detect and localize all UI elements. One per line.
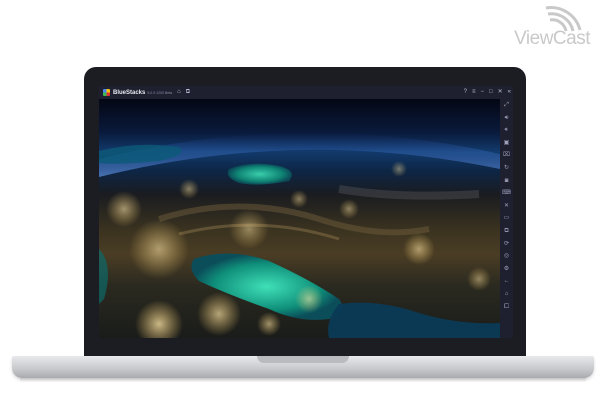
viewcast-wordmark: ViewCast [514,28,590,49]
laptop-shadow [20,378,586,382]
back-icon[interactable]: ← [500,275,513,288]
home-icon[interactable]: ⌂ [500,288,513,301]
help-icon[interactable]: ? [464,86,467,99]
earth-at-night-image [99,132,500,338]
folder-icon[interactable]: ▭ [500,212,513,225]
title-bar: BlueStacks 5.0.0.1200 Beta ⌂ ⧉ ? ≡ − □ ✕… [99,86,513,99]
eco-icon[interactable]: ◎ [500,250,513,263]
bluestacks-window: BlueStacks 5.0.0.1200 Beta ⌂ ⧉ ? ≡ − □ ✕… [99,86,513,338]
viewcast-logo: ViewCast [496,4,592,50]
maximize-icon[interactable]: □ [489,86,493,99]
home-icon[interactable]: ⌂ [177,86,181,99]
window-controls: ? ≡ − □ ✕ « [464,86,511,99]
macro-icon[interactable]: ⧉ [500,225,513,238]
rotate-icon[interactable]: ↻ [500,162,513,175]
volume-down-icon[interactable]: 🔉︎ [500,124,513,137]
lock-icon[interactable]: ⌧ [500,149,513,162]
app-title: BlueStacks [113,89,146,96]
keyboard-icon[interactable]: ⌨ [500,187,513,200]
media-icon[interactable]: ▣ [500,137,513,150]
minimize-icon[interactable]: − [480,86,484,99]
app-version: 5.0.0.1200 Beta [147,90,173,95]
laptop-base-notch [257,356,349,363]
volume-up-icon[interactable]: 🔊︎ [500,112,513,125]
recent-apps-icon[interactable]: ⧠ [500,301,513,314]
camera-icon[interactable]: ◙ [500,175,513,188]
menu-icon[interactable]: ≡ [472,86,476,99]
bluestacks-logo-icon [103,89,110,96]
collapse-sidebar-icon[interactable]: « [508,86,511,99]
settings-icon[interactable]: ⚙ [500,263,513,276]
close-icon[interactable]: ✕ [498,86,503,99]
side-toolbar: ⤢ 🔊︎ 🔉︎ ▣ ⌧ ↻ ◙ ⌨ ✕ ▭ ⧉ ⟳ ◎ ⚙ ← ⌂ ⧠ [500,99,513,338]
multi-instance-icon[interactable]: ⧉ [186,86,190,99]
earth-wallpaper [99,99,500,338]
shake-icon[interactable]: ✕ [500,200,513,213]
sync-icon[interactable]: ⟳ [500,238,513,251]
fullscreen-icon[interactable]: ⤢ [500,99,513,112]
